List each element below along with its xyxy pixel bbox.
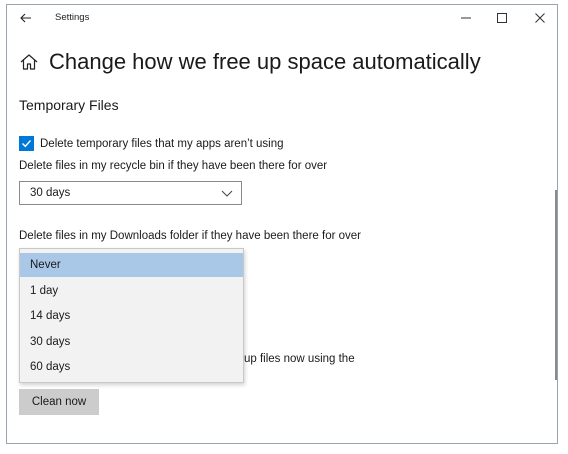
close-button[interactable]	[529, 8, 551, 28]
home-icon	[20, 54, 38, 70]
page-title: Change how we free up space automaticall…	[49, 49, 481, 74]
minimize-icon	[461, 17, 471, 19]
maximize-button[interactable]	[491, 8, 513, 28]
downloads-folder-label: Delete files in my Downloads folder if t…	[19, 230, 361, 242]
minimize-button[interactable]	[455, 8, 477, 28]
delete-temp-files-checkbox[interactable]	[19, 136, 34, 151]
checkmark-icon	[22, 140, 32, 148]
close-icon	[535, 13, 545, 23]
title-bar: Settings	[7, 5, 557, 31]
scrollbar[interactable]	[555, 190, 557, 380]
settings-window: Settings Change how we free up space aut…	[6, 4, 558, 444]
recycle-bin-select-value: 30 days	[30, 187, 71, 199]
page-header: Change how we free up space automaticall…	[19, 49, 481, 75]
delete-temp-files-label: Delete temporary files that my apps aren…	[40, 137, 284, 150]
section-title-temporary-files: Temporary Files	[19, 97, 119, 113]
arrow-left-icon	[20, 13, 31, 23]
dropdown-option-never[interactable]: Never	[20, 253, 243, 277]
recycle-bin-label: Delete files in my recycle bin if they h…	[19, 160, 328, 172]
window-title: Settings	[55, 12, 90, 23]
clean-now-description: up files now using the	[244, 353, 355, 365]
recycle-bin-select[interactable]: 30 days	[19, 181, 242, 205]
dropdown-option-1-day[interactable]: 1 day	[20, 279, 243, 303]
delete-temp-files-checkbox-row[interactable]: Delete temporary files that my apps aren…	[19, 136, 284, 151]
chevron-down-icon	[221, 190, 233, 197]
back-button[interactable]	[15, 8, 37, 28]
dropdown-option-30-days[interactable]: 30 days	[20, 330, 243, 354]
dropdown-option-60-days[interactable]: 60 days	[20, 355, 243, 379]
clean-now-button[interactable]: Clean now	[19, 389, 99, 415]
downloads-dropdown-list[interactable]: Never 1 day 14 days 30 days 60 days	[19, 248, 244, 383]
dropdown-option-14-days[interactable]: 14 days	[20, 304, 243, 328]
maximize-icon	[497, 13, 507, 23]
